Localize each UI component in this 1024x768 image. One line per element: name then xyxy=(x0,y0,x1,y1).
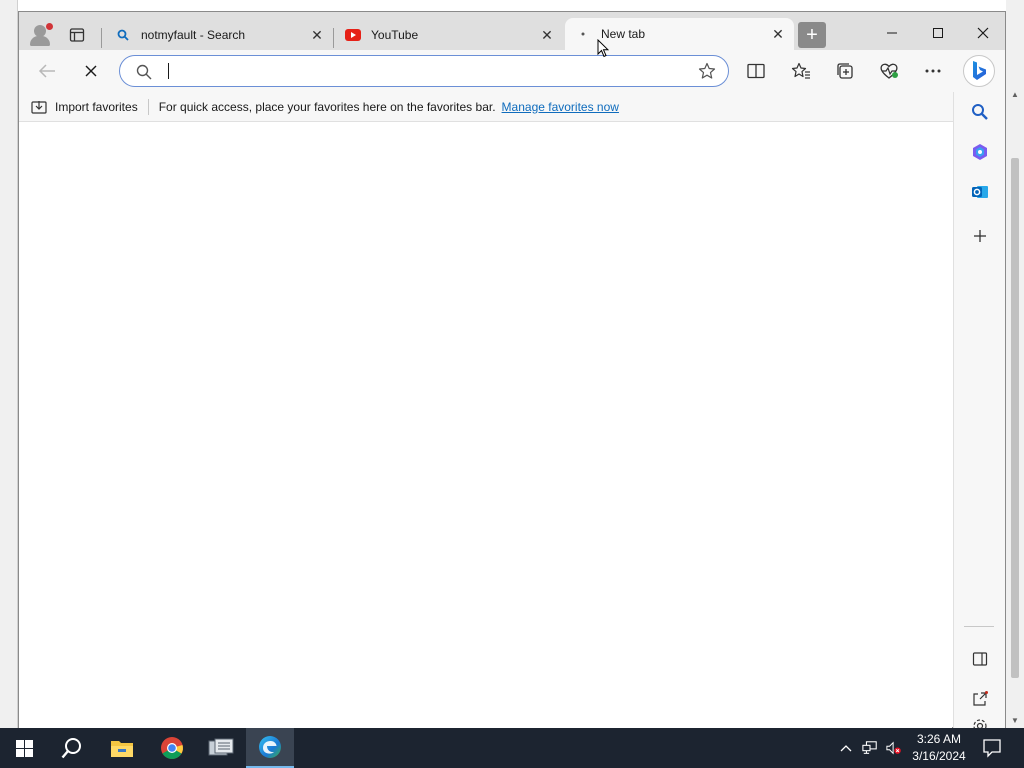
tab-separator xyxy=(101,28,102,48)
collections-icon[interactable] xyxy=(834,61,856,81)
close-tab-icon[interactable]: ✕ xyxy=(309,27,325,43)
tab-actions-icon[interactable] xyxy=(69,27,85,43)
windows-start-icon[interactable] xyxy=(0,728,48,768)
youtube-icon xyxy=(345,27,361,43)
favorites-icon[interactable] xyxy=(790,61,812,81)
mouse-cursor xyxy=(597,38,610,61)
minimize-button[interactable] xyxy=(869,20,915,46)
taskbar: 3:26 AM 3/16/2024 xyxy=(0,728,1024,768)
tab-separator xyxy=(333,28,334,48)
scroll-down-arrow[interactable]: ▼ xyxy=(1008,714,1022,728)
close-window-button[interactable] xyxy=(960,20,1006,46)
search-icon[interactable] xyxy=(48,728,96,768)
manage-favorites-link[interactable]: Manage favorites now xyxy=(502,100,619,114)
copilot-icon[interactable] xyxy=(970,142,990,162)
address-bar[interactable] xyxy=(119,55,729,87)
show-hidden-icons-icon[interactable] xyxy=(838,740,854,756)
import-icon xyxy=(31,100,47,114)
search-icon xyxy=(115,27,131,43)
navigation-toolbar xyxy=(19,50,1005,92)
network-icon[interactable] xyxy=(862,740,878,756)
sidebar-separator xyxy=(964,626,994,627)
tab-search[interactable]: notmyfault - Search ✕ xyxy=(105,20,333,50)
clock-time: 3:26 AM xyxy=(916,732,962,746)
external-link-icon[interactable] xyxy=(970,689,990,709)
browser-window: notmyfault - Search ✕ YouTube ✕ New tab … xyxy=(18,11,1006,728)
more-options-icon[interactable] xyxy=(922,61,944,81)
background-scrollbar[interactable]: ▲ ▼ xyxy=(1008,88,1022,728)
import-favorites-label: Import favorites xyxy=(55,99,138,114)
address-input[interactable] xyxy=(170,60,670,82)
import-favorites-button[interactable]: Import favorites xyxy=(31,100,138,114)
favorites-bar: Import favorites For quick access, place… xyxy=(19,92,953,122)
profile-avatar[interactable] xyxy=(29,23,53,47)
favorite-star-icon[interactable] xyxy=(698,62,716,83)
chrome-icon[interactable] xyxy=(148,728,196,768)
notification-dot xyxy=(46,23,53,30)
close-tab-icon[interactable]: ✕ xyxy=(770,26,786,42)
scrollbar-thumb[interactable] xyxy=(1011,158,1019,678)
tab-title: New tab xyxy=(601,27,646,41)
text-caret xyxy=(168,63,169,79)
server-manager-icon[interactable] xyxy=(197,728,245,768)
split-screen-icon[interactable] xyxy=(745,61,767,81)
favorites-separator xyxy=(147,98,149,115)
scroll-up-arrow[interactable]: ▲ xyxy=(1008,88,1022,102)
loading-icon xyxy=(575,26,591,42)
edge-icon[interactable] xyxy=(246,728,294,768)
page-content[interactable] xyxy=(19,122,952,728)
new-tab-button[interactable]: + xyxy=(798,22,826,48)
hide-sidebar-icon[interactable] xyxy=(970,649,990,669)
background-window-edge xyxy=(0,0,18,728)
bing-copilot-icon[interactable] xyxy=(963,55,995,87)
edge-sidebar xyxy=(953,92,1005,728)
tab-youtube[interactable]: YouTube ✕ xyxy=(335,20,563,50)
system-clock[interactable]: 3:26 AM 3/16/2024 xyxy=(904,731,974,765)
close-tab-icon[interactable]: ✕ xyxy=(539,27,555,43)
tab-title: notmyfault - Search xyxy=(141,28,246,42)
maximize-button[interactable] xyxy=(915,20,961,46)
tab-title: YouTube xyxy=(371,28,419,42)
search-icon xyxy=(136,64,152,83)
sidebar-search-icon[interactable] xyxy=(970,102,990,122)
clock-date: 3/16/2024 xyxy=(912,749,966,763)
sidebar-settings-icon[interactable] xyxy=(970,718,990,728)
outlook-icon[interactable] xyxy=(970,182,990,202)
favorites-hint-text: For quick access, place your favorites h… xyxy=(158,99,496,114)
add-sidebar-app-icon[interactable] xyxy=(970,226,990,246)
stop-loading-button[interactable] xyxy=(79,61,103,81)
volume-muted-icon[interactable] xyxy=(886,740,902,756)
notifications-icon[interactable] xyxy=(982,738,1002,758)
tab-strip: notmyfault - Search ✕ YouTube ✕ New tab … xyxy=(19,12,1005,50)
file-explorer-icon[interactable] xyxy=(98,728,146,768)
browser-essentials-icon[interactable] xyxy=(878,61,900,81)
back-button[interactable] xyxy=(35,61,59,81)
